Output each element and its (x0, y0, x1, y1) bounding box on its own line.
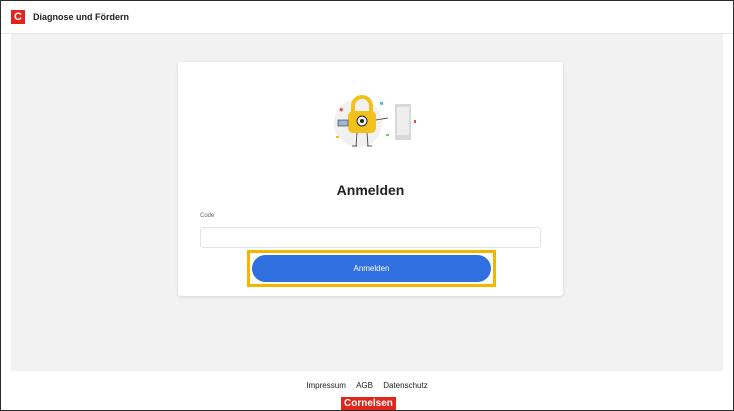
login-button[interactable]: Anmelden (252, 255, 491, 282)
cornelsen-logo-icon[interactable]: C (11, 10, 25, 24)
footer: Impressum AGB Datenschutz Cornelsen (1, 372, 733, 410)
main-area: Anmelden Code Anmelden (11, 34, 723, 371)
app-title: Diagnose und Fördern (33, 12, 130, 22)
code-input[interactable] (200, 227, 541, 248)
impressum-link[interactable]: Impressum (306, 381, 346, 390)
code-label: Code (200, 213, 215, 219)
browser-frame: C Diagnose und Fördern Anmelden Code Anm… (0, 0, 734, 411)
cornelsen-brand-logo[interactable]: Cornelsen (341, 397, 396, 410)
footer-links: Impressum AGB Datenschutz (1, 381, 733, 390)
top-bar: C Diagnose und Fördern (1, 1, 733, 34)
login-card: Anmelden Code Anmelden (178, 62, 563, 296)
datenschutz-link[interactable]: Datenschutz (383, 381, 427, 390)
lock-mascot-illustration-icon (334, 95, 416, 147)
agb-link[interactable]: AGB (356, 381, 373, 390)
login-heading: Anmelden (336, 182, 405, 198)
